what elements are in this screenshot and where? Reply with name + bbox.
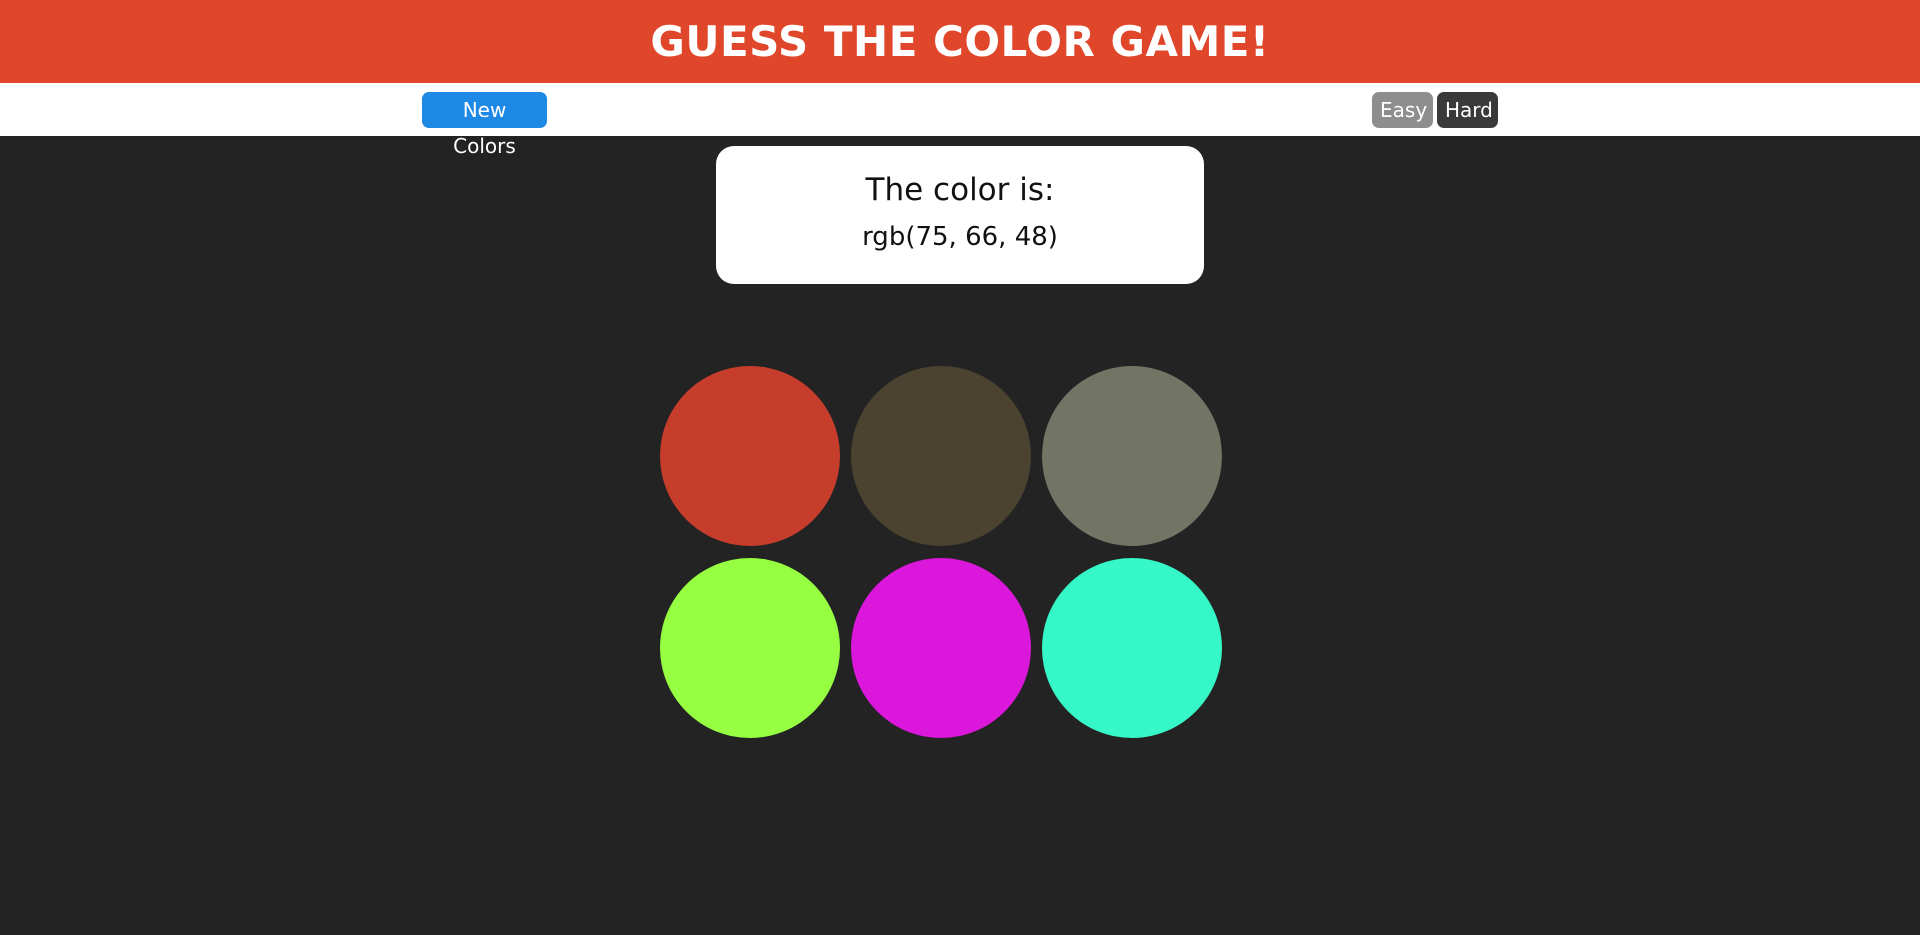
game-title: GUESS THE COLOR GAME! <box>650 17 1270 66</box>
new-colors-button[interactable]: New Colors <box>422 92 547 158</box>
color-square-4[interactable] <box>660 558 840 738</box>
easy-mode-button[interactable]: Easy <box>1372 92 1433 128</box>
target-color-value: rgb(75, 66, 48) <box>862 222 1058 252</box>
target-color-card: The color is: rgb(75, 66, 48) <box>716 146 1204 284</box>
game-header: GUESS THE COLOR GAME! <box>0 0 1920 83</box>
control-stripe: New Colors Easy Hard <box>0 83 1920 158</box>
color-squares-grid <box>660 366 1222 739</box>
color-square-2[interactable] <box>851 366 1031 546</box>
color-square-3[interactable] <box>1042 366 1222 546</box>
color-square-5[interactable] <box>851 558 1031 738</box>
hard-mode-button[interactable]: Hard <box>1437 92 1498 128</box>
color-square-6[interactable] <box>1042 558 1222 738</box>
color-square-1[interactable] <box>660 366 840 546</box>
target-color-label: The color is: <box>865 172 1055 208</box>
